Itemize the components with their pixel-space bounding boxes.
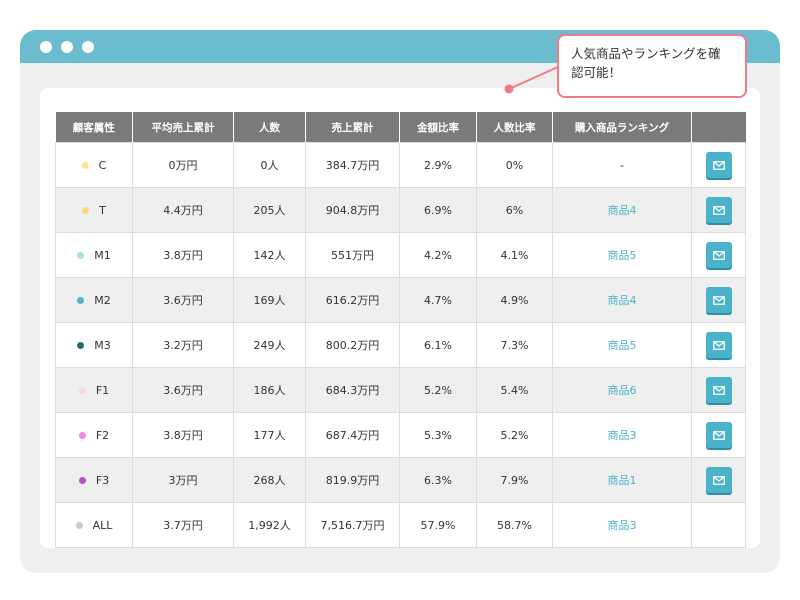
- callout-tooltip: 人気商品やランキングを確認可能！: [557, 34, 747, 98]
- callout-text: 人気商品やランキングを確認可能！: [571, 46, 721, 80]
- callout-anchor-dot: [504, 84, 514, 94]
